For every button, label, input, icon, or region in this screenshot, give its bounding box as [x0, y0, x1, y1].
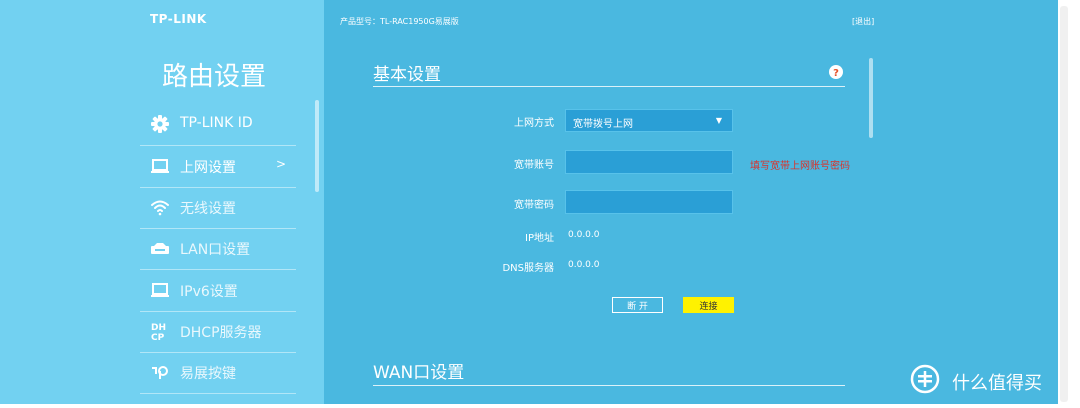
page-scrollbar[interactable]	[1060, 6, 1068, 402]
sidebar-scrollbar[interactable]	[315, 100, 319, 192]
section-divider	[373, 86, 845, 87]
sidebar-item-internet[interactable]: 上网设置 >	[140, 146, 296, 188]
svg-text:DH: DH	[151, 323, 166, 333]
broadband-password-input[interactable]	[565, 190, 733, 214]
basic-settings-title: 基本设置	[373, 65, 441, 85]
sidebar-item-dhcp[interactable]: DH CP DHCP服务器	[140, 311, 296, 353]
sidebar-item-label: TP-LINK ID	[180, 115, 253, 131]
sidebar-item-easymesh[interactable]: 易展按键	[140, 352, 296, 394]
mode-label: 上网方式	[514, 118, 554, 129]
easymesh-icon	[152, 366, 168, 379]
monitor-icon	[151, 159, 169, 173]
sidebar-item-label: 易展按键	[180, 366, 236, 382]
sidebar-item-wireless[interactable]: 无线设置	[140, 187, 296, 229]
dropdown-arrow-icon: ▼	[715, 116, 722, 125]
svg-text:CP: CP	[151, 333, 165, 341]
content-scrollbar[interactable]	[869, 58, 873, 138]
help-icon[interactable]: ?	[829, 65, 843, 79]
connect-button[interactable]: 连接	[683, 297, 734, 313]
brand-logo: TP-LINK	[150, 12, 207, 26]
logout-link[interactable]: [退出]	[852, 16, 874, 27]
password-label: 宽带密码	[514, 200, 554, 211]
ip-label: IP地址	[525, 233, 554, 244]
sidebar-item-label: 上网设置	[180, 160, 236, 176]
gear-icon	[151, 115, 169, 133]
smzdm-logo-icon	[910, 364, 940, 394]
sidebar-item-label: DHCP服务器	[180, 325, 262, 341]
sidebar-item-label: 无线设置	[180, 201, 236, 217]
svg-text:?: ?	[833, 68, 839, 79]
wan-settings-title: WAN口设置	[373, 363, 465, 383]
section-divider	[373, 385, 845, 386]
wifi-icon	[151, 200, 169, 216]
lan-icon	[151, 243, 169, 254]
broadband-account-input[interactable]	[565, 150, 733, 174]
disconnect-button[interactable]: 断 开	[612, 297, 663, 313]
sidebar: TP-LINK 路由设置 TP-LINK ID 上网设置 > 无线设置 LAN口…	[0, 0, 324, 404]
dns-value: 0.0.0.0	[568, 260, 600, 270]
ip-value: 0.0.0.0	[568, 230, 600, 240]
sidebar-title: 路由设置	[162, 62, 267, 92]
connection-mode-select[interactable]: 宽带拨号上网 ▼	[565, 109, 733, 132]
sidebar-item-label: IPv6设置	[180, 284, 238, 300]
dhcp-icon: DH CP	[151, 323, 166, 341]
sidebar-item-label: LAN口设置	[180, 242, 251, 258]
account-label: 宽带账号	[514, 160, 554, 171]
router-admin-window: TP-LINK 路由设置 TP-LINK ID 上网设置 > 无线设置 LAN口…	[0, 0, 1058, 404]
sidebar-item-lan[interactable]: LAN口设置	[140, 228, 296, 270]
watermark-text: 什么值得买	[952, 373, 1042, 394]
dns-label: DNS服务器	[502, 263, 554, 274]
sidebar-item-tplink-id[interactable]: TP-LINK ID	[140, 104, 296, 146]
watermark: 什么值得买	[908, 360, 1058, 400]
monitor-icon	[151, 283, 169, 297]
account-hint: 填写宽带上网账号密码	[750, 161, 850, 172]
sidebar-item-ipv6[interactable]: IPv6设置	[140, 270, 296, 312]
chevron-right-icon: >	[275, 157, 286, 171]
connection-mode-value: 宽带拨号上网	[573, 119, 633, 130]
product-model: 产品型号：TL-RAC1950G易展版	[340, 17, 459, 26]
